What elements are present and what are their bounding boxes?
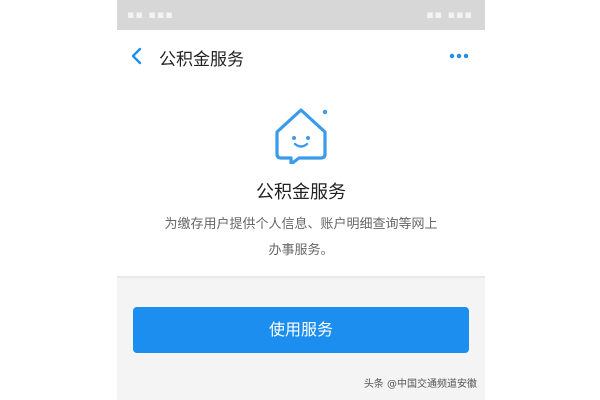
status-bar-left-blurred: ▪▪ ▪▪▪ [127,8,174,21]
house-smile-icon [275,108,328,164]
service-description: 为缴存用户提供个人信息、账户明细查询等网上办事服务。 [164,217,438,258]
status-bar-right-blurred: ▪▪ ▪▪▪ [426,8,473,21]
nav-title: 公积金服务 [159,50,244,70]
phone-screen: ▪▪ ▪▪▪ ▪▪ ▪▪▪ 公积金服务 公积金服务 为缴存用户提供个人信息、账户… [117,0,485,400]
watermark-text: 头条 @中国交通频道安徽 [363,379,477,390]
footer: 使用服务 头条 @中国交通频道安徽 [117,278,485,400]
chevron-left-icon[interactable] [127,44,147,68]
service-info: 公积金服务 为缴存用户提供个人信息、账户明细查询等网上办事服务。 [117,82,485,276]
page: ▪▪ ▪▪▪ ▪▪ ▪▪▪ 公积金服务 公积金服务 为缴存用户提供个人信息、账户… [0,0,600,400]
service-title: 公积金服务 [256,182,346,203]
use-service-button[interactable]: 使用服务 [133,307,469,353]
nav-bar: 公积金服务 [117,30,485,82]
more-dots-icon[interactable] [447,46,471,66]
status-bar: ▪▪ ▪▪▪ ▪▪ ▪▪▪ [117,0,485,30]
